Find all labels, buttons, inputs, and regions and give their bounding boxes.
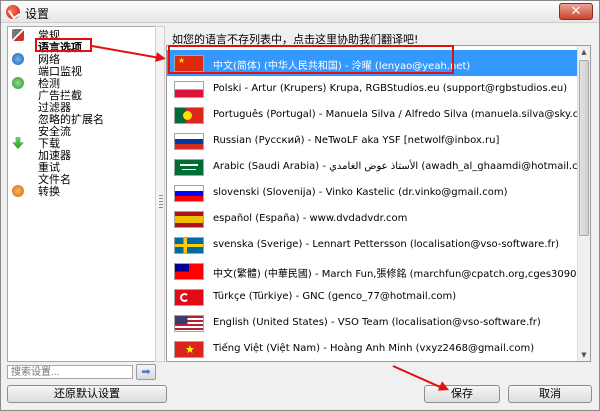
portugal-flag-icon [174, 107, 204, 124]
language-label: Russian (Русский) - NeTwoLF aka YSF [net… [213, 135, 500, 146]
grip-line [159, 198, 163, 199]
annotation-arrow-line [392, 365, 441, 389]
cancel-button[interactable]: 取消 [508, 385, 592, 403]
language-item-us[interactable]: English (United States) - VSO Team (loca… [167, 310, 577, 336]
language-label: Arabic (Saudi Arabia) - الأستاذ عوض الغا… [213, 161, 591, 172]
app-logo-icon [6, 5, 20, 19]
network-icon [12, 53, 24, 65]
poland-flag-icon [174, 81, 204, 98]
language-item-se[interactable]: svenska (Sverige) - Lennart Pettersson (… [167, 232, 577, 258]
language-label: Polski - Artur (Krupers) Krupa, RGBStudi… [213, 83, 568, 94]
language-item-sa[interactable]: Arabic (Saudi Arabia) - الأستاذ عوض الغا… [167, 154, 590, 180]
grip-line [159, 204, 163, 205]
language-item-si[interactable]: slovenski (Slovenija) - Vinko Kastelic (… [167, 180, 577, 206]
arrow-right-icon: ➡ [141, 365, 151, 378]
save-button[interactable]: 保存 [424, 385, 500, 403]
language-item-tr[interactable]: Türkçe (Türkiye) - GNC (genco_77@hotmail… [167, 284, 577, 310]
language-item-es[interactable]: español (España) - www.dvdadvdr.com [167, 206, 577, 232]
download-icon [12, 137, 24, 149]
check-icon [12, 77, 24, 89]
scroll-up-icon[interactable]: ▲ [578, 46, 590, 58]
language-label: 中文(繁體) (中華民國) - March Fun,張修銘 (marchfun@… [213, 269, 590, 280]
search-go-button[interactable]: ➡ [136, 364, 156, 380]
language-label: Tiếng Việt (Việt Nam) - Hoàng Anh Minh (… [213, 343, 535, 354]
window-title: 设置 [25, 7, 50, 21]
sweden-flag-icon [174, 237, 204, 254]
language-label: Português (Portugal) - Manuela Silva / A… [213, 109, 591, 120]
tools-icon [12, 29, 24, 41]
annotation-arrow-head [155, 52, 167, 64]
taiwan-flag-icon [174, 263, 204, 280]
annotation-box-selected-language [168, 45, 454, 74]
grip-line [159, 195, 163, 196]
language-item-pt[interactable]: Português (Portugal) - Manuela Silva / A… [167, 102, 590, 128]
close-button[interactable]: ✕ [559, 3, 593, 20]
language-label: slovenski (Slovenija) - Vinko Kastelic (… [213, 187, 508, 198]
saudi-flag-icon [174, 159, 204, 176]
language-label: Türkçe (Türkiye) - GNC (genco_77@hotmail… [213, 291, 457, 302]
language-label: English (United States) - VSO Team (loca… [213, 317, 541, 328]
restore-defaults-button[interactable]: 还原默认设置 [7, 385, 167, 403]
language-list-scrollbar[interactable]: ▲ ▼ [577, 46, 590, 361]
slovenia-flag-icon [174, 185, 204, 202]
language-label: svenska (Sverige) - Lennart Pettersson (… [213, 239, 560, 250]
scrollbar-thumb[interactable] [579, 60, 589, 236]
title-bar: 设置 ✕ [1, 1, 599, 23]
sidebar-item-label: 转换 [38, 185, 60, 198]
language-list: ★ 中文(简体) (中华人民共和国) - 泠曜 (lenyao@yeah.net… [166, 45, 591, 362]
annotation-box-language-option [35, 38, 92, 52]
language-item-ru[interactable]: Russian (Русский) - NeTwoLF aka YSF [net… [167, 128, 577, 154]
settings-window: 设置 ✕ 常规 语言选项 网络 端口监视 检测 广告拦截 过滤器 忽略的扩展名 [0, 0, 600, 411]
settings-category-tree: 常规 语言选项 网络 端口监视 检测 广告拦截 过滤器 忽略的扩展名 安全流 下… [7, 26, 157, 362]
sidebar-splitter[interactable] [155, 26, 165, 362]
convert-icon [12, 185, 24, 197]
language-item-pl[interactable]: Polski - Artur (Krupers) Krupa, RGBStudi… [167, 76, 577, 102]
language-label: español (España) - www.dvdadvdr.com [213, 213, 408, 224]
language-item-tw[interactable]: 中文(繁體) (中華民國) - March Fun,張修銘 (marchfun@… [167, 258, 590, 284]
turkey-flag-icon [174, 289, 204, 306]
settings-search-input[interactable] [7, 365, 133, 379]
spain-flag-icon [174, 211, 204, 228]
grip-line [159, 207, 163, 208]
scroll-down-icon[interactable]: ▼ [578, 349, 590, 361]
usa-flag-icon [174, 315, 204, 332]
language-item-vn[interactable]: ★ Tiếng Việt (Việt Nam) - Hoàng Anh Minh… [167, 336, 577, 361]
grip-line [159, 201, 163, 202]
russia-flag-icon [174, 133, 204, 150]
vietnam-flag-icon: ★ [174, 341, 204, 358]
